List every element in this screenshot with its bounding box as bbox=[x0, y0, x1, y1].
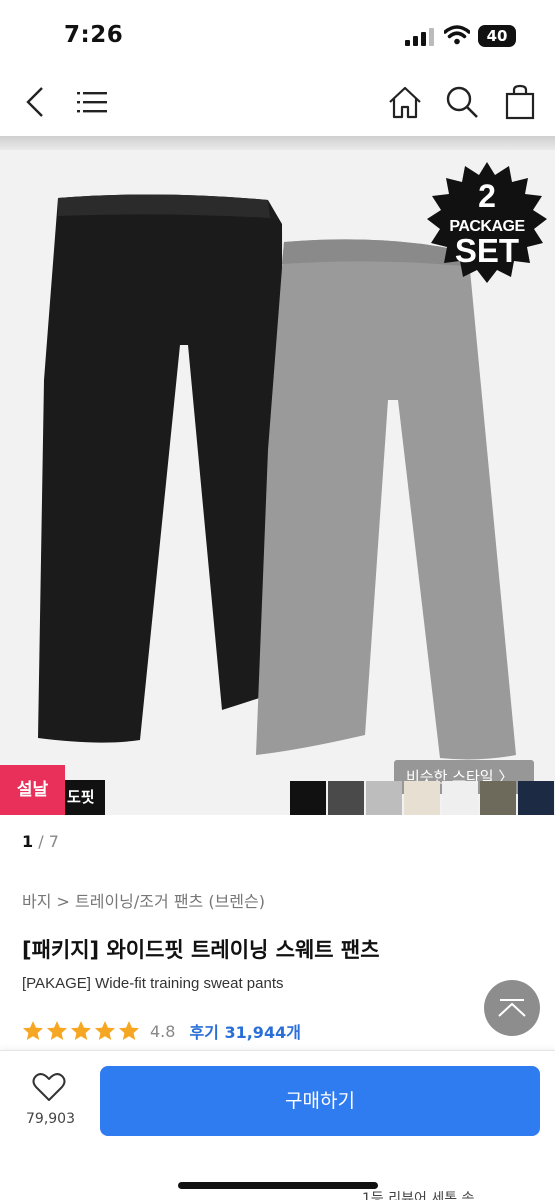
buy-button[interactable]: 구매하기 bbox=[100, 1066, 540, 1136]
rating-stars bbox=[22, 1020, 142, 1042]
wifi-icon bbox=[444, 25, 470, 45]
badge-set-text: SET bbox=[454, 232, 520, 269]
fit-tag: 도핏 bbox=[65, 780, 105, 815]
peek-text: 1등 리뷰어 세통 속 bbox=[362, 1191, 475, 1200]
rating-row[interactable]: 4.8 후기 31,944개 bbox=[22, 1018, 301, 1044]
product-title: [패키지] 와이드핏 트레이닝 스웨트 팬츠 bbox=[22, 938, 380, 962]
color-swatch[interactable] bbox=[328, 781, 364, 815]
shopping-bag-icon[interactable] bbox=[502, 84, 538, 120]
package-set-badge: 2 PACKAGE SET bbox=[426, 162, 548, 284]
hamburger-menu-icon[interactable] bbox=[74, 84, 110, 120]
star-icon bbox=[71, 1021, 91, 1040]
star-icon bbox=[95, 1021, 115, 1040]
search-icon[interactable] bbox=[444, 84, 480, 120]
like-count: 79,903 bbox=[26, 1111, 75, 1127]
star-icon bbox=[47, 1021, 67, 1040]
bottom-action-bar: 79,903 구매하기 1등 리뷰어 세통 속 bbox=[0, 1050, 555, 1200]
product-image-gallery[interactable]: 2 PACKAGE SET 비슷한 스타일 〉 설날 도핏 bbox=[0, 150, 555, 815]
color-swatch[interactable] bbox=[290, 781, 326, 815]
badge-number: 2 bbox=[478, 178, 496, 214]
nav-divider bbox=[0, 136, 555, 150]
status-time: 7:26 bbox=[64, 22, 124, 48]
color-swatch[interactable] bbox=[442, 781, 478, 815]
color-swatch[interactable] bbox=[366, 781, 402, 815]
color-swatch[interactable] bbox=[404, 781, 440, 815]
sale-tag: 설날 bbox=[0, 765, 65, 815]
star-icon bbox=[23, 1021, 43, 1040]
color-swatch[interactable] bbox=[518, 781, 554, 815]
star-icon bbox=[119, 1021, 139, 1040]
color-swatch[interactable] bbox=[480, 781, 516, 815]
pager-current: 1 bbox=[22, 832, 34, 851]
status-bar: 7:26 40 bbox=[0, 0, 555, 70]
home-icon[interactable] bbox=[387, 84, 423, 120]
cellular-signal-icon bbox=[405, 28, 434, 46]
image-pager: 1 / 7 bbox=[22, 832, 59, 851]
scroll-to-top-button[interactable] bbox=[484, 980, 540, 1036]
top-nav-bar bbox=[0, 72, 555, 134]
color-swatches bbox=[290, 781, 555, 815]
breadcrumb[interactable]: 바지 > 트레이닝/조거 팬츠 (브렌슨) bbox=[22, 888, 265, 912]
battery-indicator: 40 bbox=[478, 25, 516, 47]
review-count-link[interactable]: 후기 31,944개 bbox=[189, 1019, 300, 1043]
heart-icon[interactable] bbox=[32, 1071, 66, 1103]
product-title-english: [PAKAGE] Wide-fit training sweat pants bbox=[22, 975, 284, 992]
arrow-up-icon bbox=[498, 999, 526, 1017]
chevron-left-icon[interactable] bbox=[18, 84, 54, 120]
pager-separator: / bbox=[33, 832, 49, 851]
rating-value: 4.8 bbox=[150, 1021, 176, 1041]
pager-total: 7 bbox=[48, 832, 59, 851]
home-indicator bbox=[178, 1182, 378, 1189]
